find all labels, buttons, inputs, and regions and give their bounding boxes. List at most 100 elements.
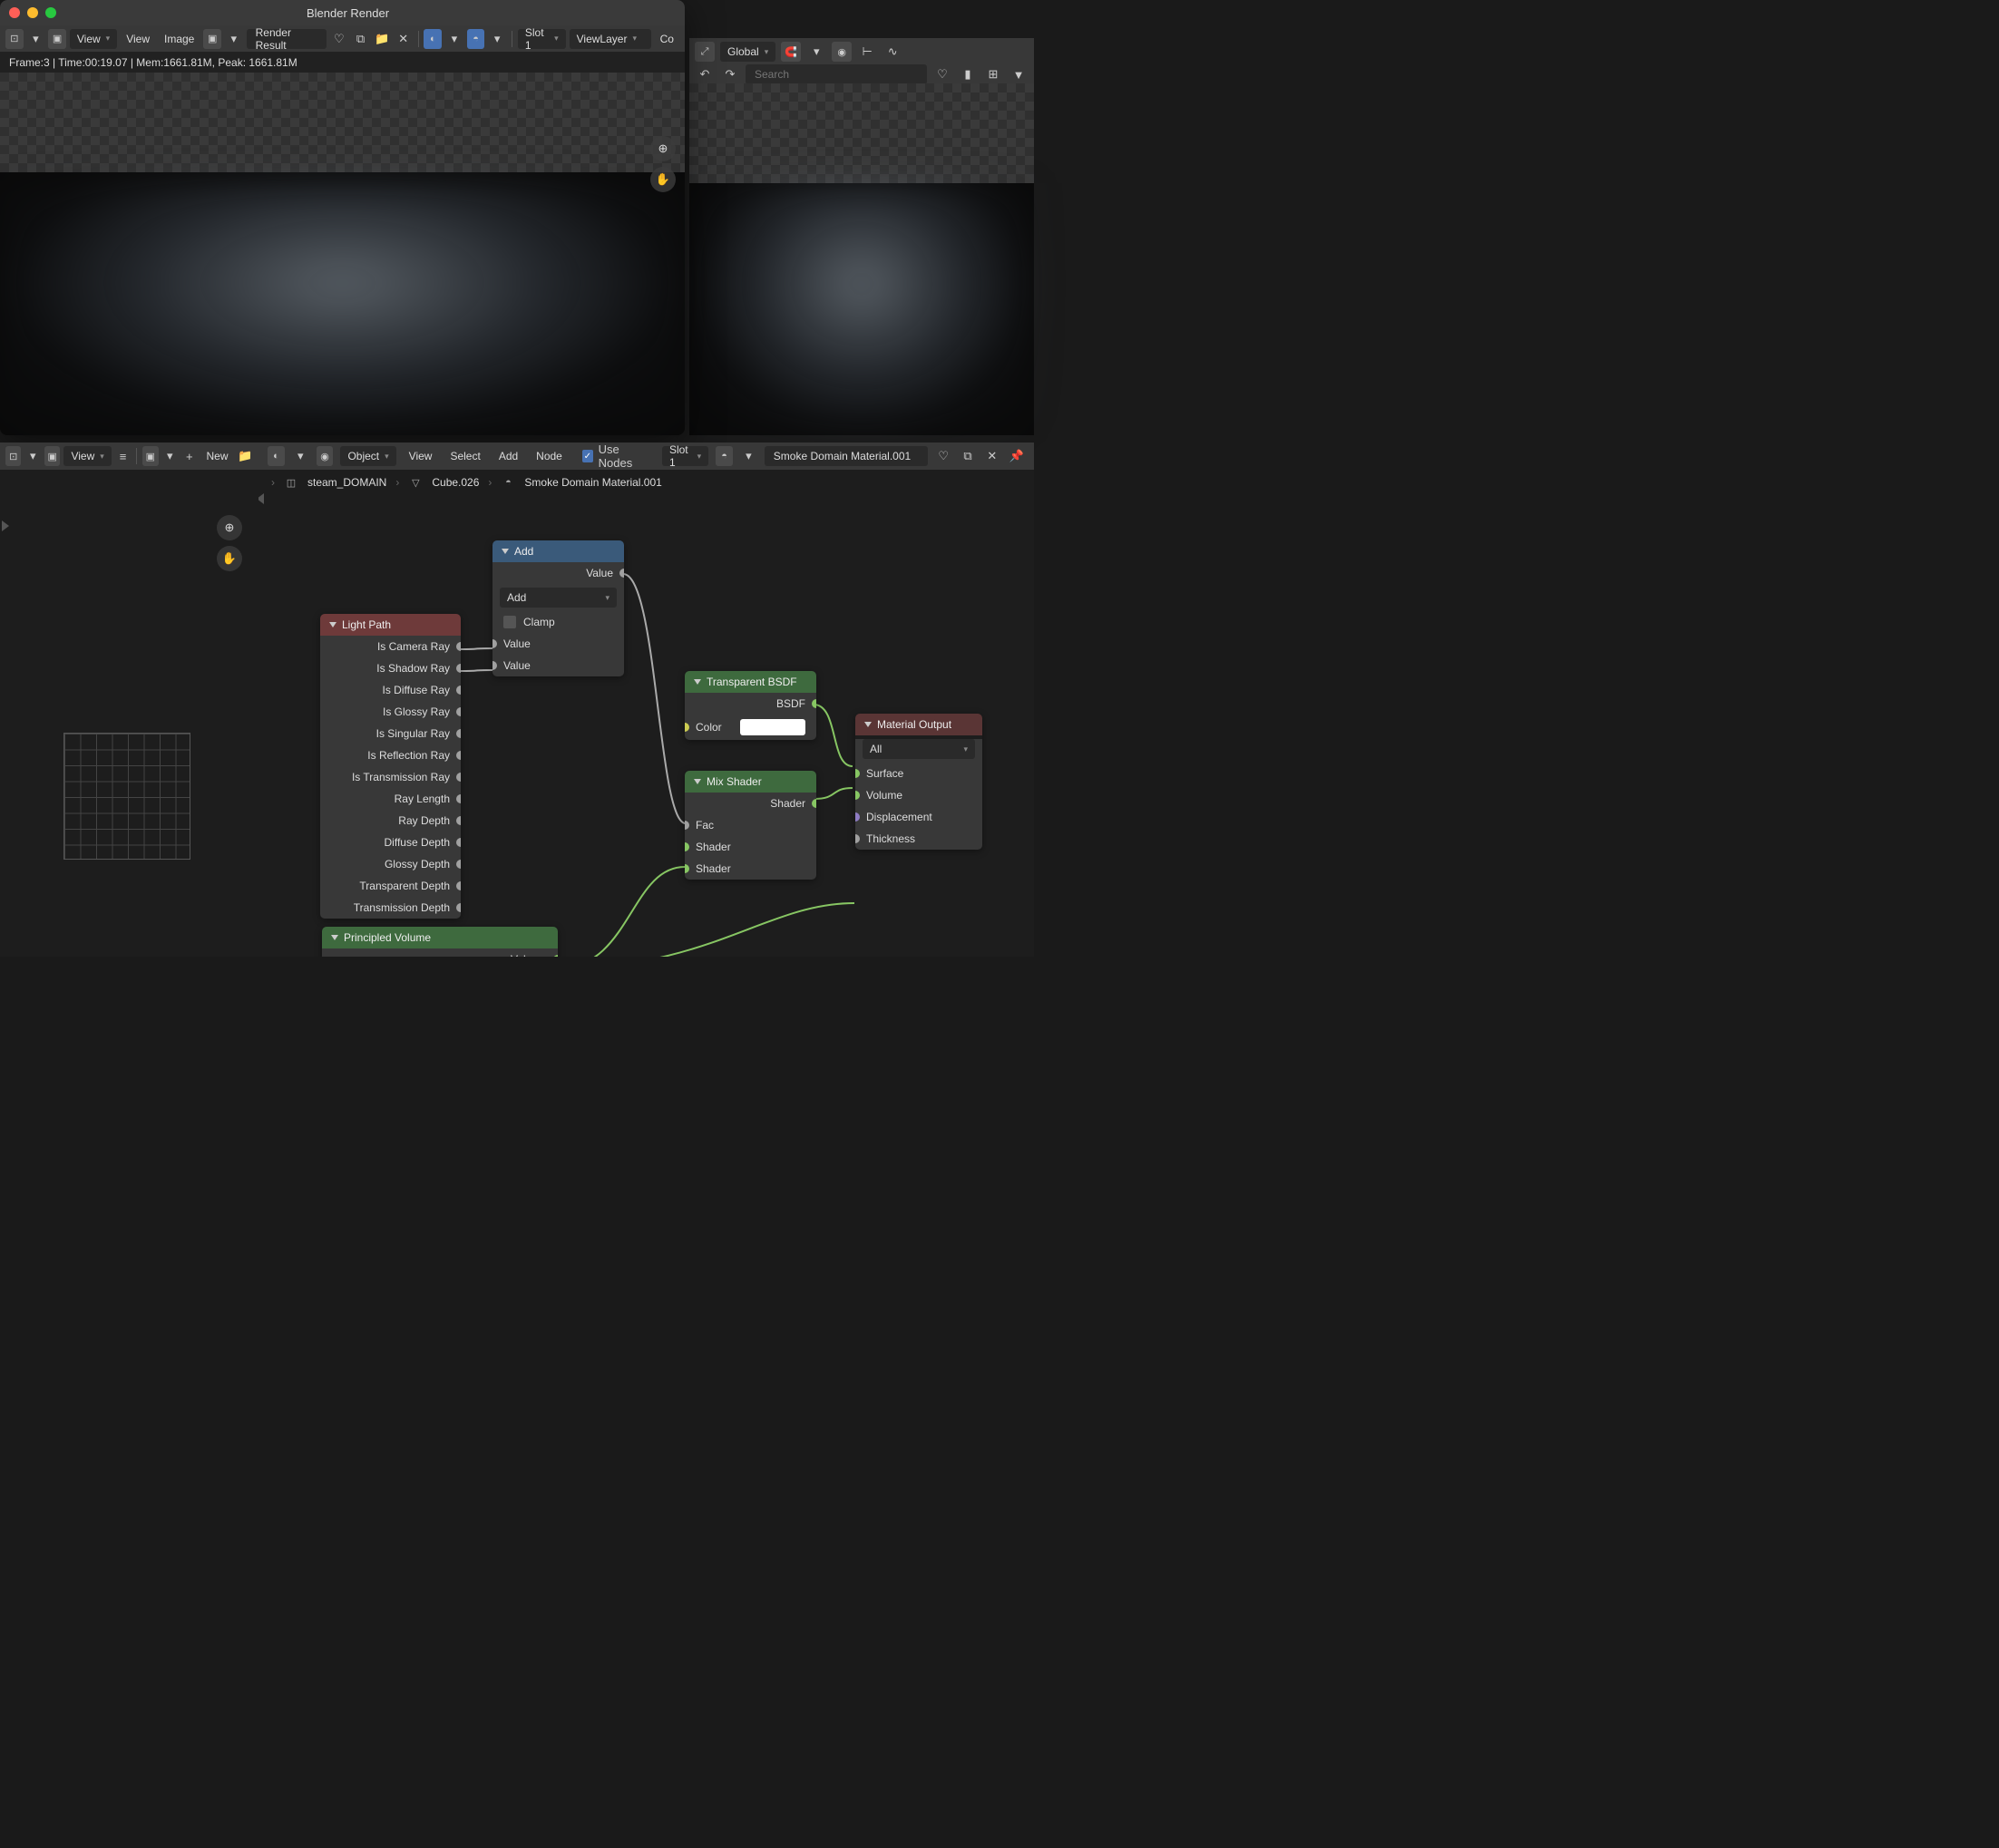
folder-icon[interactable]: 📁 (373, 29, 391, 49)
image-browse-icon[interactable]: ▣ (203, 29, 221, 49)
uv-canvas[interactable]: ⊕ ✋ (0, 470, 258, 957)
orientation-icon[interactable]: ⤢ (695, 42, 715, 62)
node-header[interactable]: Principled Volume (322, 927, 558, 948)
sidebar-toggle[interactable] (258, 493, 264, 504)
node-input-volume[interactable]: Volume (855, 784, 982, 806)
node-output[interactable]: Is Glossy Ray (320, 701, 461, 723)
material-browse-icon[interactable]: ◓ (716, 446, 733, 466)
add-math-node[interactable]: Add Value Add▾ Clamp Value Value (492, 540, 624, 676)
node-menu[interactable]: Node (531, 450, 568, 462)
breadcrumb-material[interactable]: Smoke Domain Material.001 (524, 476, 661, 489)
plus-icon[interactable]: + (181, 446, 197, 466)
node-input-displacement[interactable]: Displacement (855, 806, 982, 828)
search-input[interactable] (746, 64, 927, 84)
slot-dropdown[interactable]: Slot 1▾ (662, 446, 708, 466)
view-menu[interactable]: View (121, 33, 155, 45)
mix-shader-node[interactable]: Mix Shader Shader Fac Shader Shader (685, 771, 816, 880)
light-path-node[interactable]: Light Path Is Camera Ray Is Shadow Ray I… (320, 614, 461, 919)
chevron-down-icon[interactable]: ▾ (24, 446, 40, 466)
render-preview-icon[interactable]: ◐ (424, 29, 442, 49)
image-mode-icon[interactable]: ▣ (48, 29, 66, 49)
pan-icon[interactable]: ✋ (650, 167, 676, 192)
node-output[interactable]: Is Camera Ray (320, 636, 461, 657)
proportional-icon[interactable]: ◉ (832, 42, 852, 62)
node-output[interactable]: Volume (322, 948, 558, 957)
node-output[interactable]: Is Singular Ray (320, 723, 461, 744)
node-output[interactable]: Transparent Depth (320, 875, 461, 897)
folder-icon[interactable]: 📁 (238, 446, 253, 466)
node-input-thickness[interactable]: Thickness (855, 828, 982, 850)
bookmark-icon[interactable]: ▮ (958, 64, 978, 84)
image-menu[interactable]: Image (159, 33, 200, 45)
back-icon[interactable]: ↶ (695, 64, 715, 84)
node-output[interactable]: Shader (685, 793, 816, 814)
shader-type-icon[interactable]: ◉ (317, 446, 334, 466)
curve-icon[interactable]: ∿ (882, 42, 902, 62)
close-icon[interactable]: ✕ (983, 446, 1000, 466)
clamp-checkbox[interactable]: Clamp (492, 611, 624, 633)
node-header[interactable]: Transparent BSDF (685, 671, 816, 693)
breadcrumb-object[interactable]: steam_DOMAIN (307, 476, 386, 489)
window-titlebar[interactable]: Blender Render (0, 0, 685, 25)
filter-icon[interactable]: ▼ (1009, 64, 1029, 84)
view-dropdown[interactable]: View▾ (63, 446, 111, 466)
forward-icon[interactable]: ↷ (720, 64, 740, 84)
node-input-shader[interactable]: Shader (685, 836, 816, 858)
image-mode-icon[interactable]: ▣ (44, 446, 60, 466)
chevron-down-icon[interactable]: ▾ (740, 446, 757, 466)
node-output[interactable]: Is Diffuse Ray (320, 679, 461, 701)
material-name-field[interactable]: Smoke Domain Material.001 (765, 446, 928, 466)
node-input-surface[interactable]: Surface (855, 763, 982, 784)
add-menu[interactable]: Add (493, 450, 523, 462)
node-output[interactable]: BSDF (685, 693, 816, 715)
view-dropdown[interactable]: View▾ (70, 29, 117, 49)
uv-grid[interactable] (63, 733, 190, 860)
node-header[interactable]: Add (492, 540, 624, 562)
layout-icon[interactable]: ⊞ (983, 64, 1003, 84)
object-dropdown[interactable]: Object▾ (340, 446, 395, 466)
editor-type-icon[interactable]: ⊡ (5, 29, 24, 49)
viewlayer-dropdown[interactable]: ViewLayer▾ (570, 29, 651, 49)
node-output[interactable]: Is Reflection Ray (320, 744, 461, 766)
chevron-down-icon[interactable]: ▾ (27, 29, 45, 49)
select-menu[interactable]: Select (444, 450, 485, 462)
render-canvas[interactable]: ⊕ ✋ (0, 73, 685, 435)
breadcrumb-mesh[interactable]: Cube.026 (432, 476, 479, 489)
measure-icon[interactable]: ⊢ (857, 42, 877, 62)
duplicate-icon[interactable]: ⧉ (352, 29, 370, 49)
color-swatch[interactable] (740, 719, 805, 735)
node-output[interactable]: Is Shadow Ray (320, 657, 461, 679)
editor-type-icon[interactable]: ◐ (268, 446, 285, 466)
close-window-button[interactable] (9, 7, 20, 18)
node-input-color[interactable]: Color (685, 715, 816, 740)
render-layer-icon[interactable]: ◓ (467, 29, 485, 49)
duplicate-icon[interactable]: ⧉ (960, 446, 977, 466)
menu-icon[interactable]: ≡ (115, 446, 131, 466)
node-output[interactable]: Ray Depth (320, 810, 461, 832)
chevron-down-icon[interactable]: ▾ (162, 446, 178, 466)
chevron-down-icon[interactable]: ▾ (292, 446, 309, 466)
chevron-down-icon[interactable]: ▾ (488, 29, 506, 49)
node-output[interactable]: Glossy Depth (320, 853, 461, 875)
operation-dropdown[interactable]: Add▾ (500, 588, 617, 608)
view-menu[interactable]: View (404, 450, 438, 462)
node-output[interactable]: Is Transmission Ray (320, 766, 461, 788)
image-browse-icon[interactable]: ▣ (142, 446, 158, 466)
node-input[interactable]: Value (492, 633, 624, 655)
slot-dropdown[interactable]: Slot 1▾ (518, 29, 566, 49)
shield-icon[interactable]: ♡ (330, 29, 348, 49)
zoom-icon[interactable]: ⊕ (217, 515, 242, 540)
node-header[interactable]: Light Path (320, 614, 461, 636)
new-button[interactable]: New (201, 450, 234, 462)
orientation-dropdown[interactable]: Global▾ (720, 42, 775, 62)
node-output[interactable]: Value (492, 562, 624, 584)
material-output-node[interactable]: Material Output All▾ Surface Volume Disp… (855, 714, 982, 850)
node-input-shader[interactable]: Shader (685, 858, 816, 880)
pan-icon[interactable]: ✋ (217, 546, 242, 571)
sidebar-toggle[interactable] (2, 520, 9, 531)
snap-icon[interactable]: 🧲 (781, 42, 801, 62)
node-output[interactable]: Transmission Depth (320, 897, 461, 919)
zoom-icon[interactable]: ⊕ (650, 136, 676, 161)
use-nodes-checkbox[interactable]: ✓ (582, 450, 593, 462)
shield-icon[interactable]: ♡ (935, 446, 952, 466)
